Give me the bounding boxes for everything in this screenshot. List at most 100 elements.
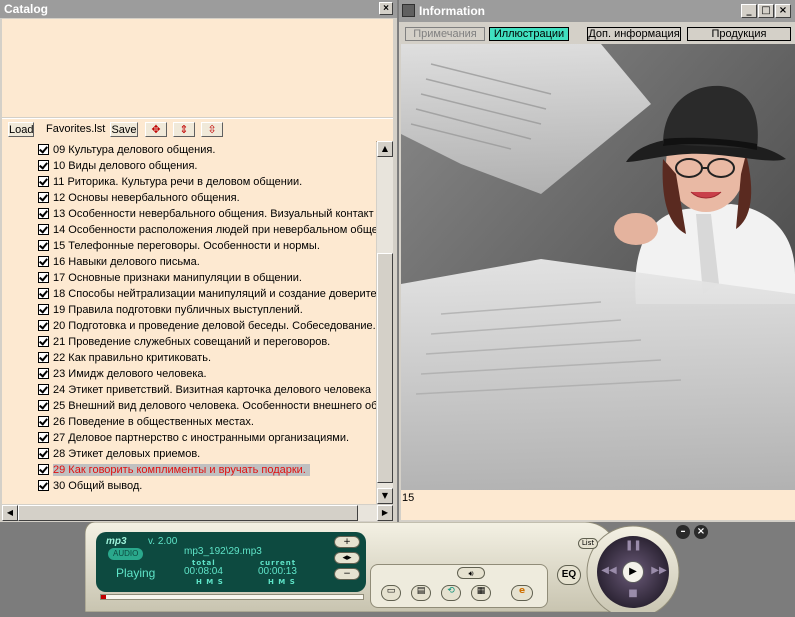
illustration-image [401, 44, 795, 490]
seek-bar[interactable] [100, 594, 364, 600]
scroll-right-icon[interactable]: ▶ [377, 505, 393, 521]
tab-additional-info[interactable]: Доп. информация [587, 27, 681, 41]
speaker-icon[interactable]: 🔊︎ [457, 567, 485, 579]
checkbox-checked-icon[interactable] [38, 192, 49, 203]
stop-icon[interactable]: ■ [625, 588, 641, 602]
checkbox-checked-icon[interactable] [38, 432, 49, 443]
list-item[interactable]: 19 Правила подготовки публичных выступле… [38, 302, 376, 318]
scroll-up-icon[interactable]: ▲ [377, 141, 393, 157]
checkbox-checked-icon[interactable] [38, 160, 49, 171]
pause-icon[interactable]: ❚❚ [625, 540, 642, 554]
list-item[interactable]: 14 Особенности расположения людей при не… [38, 222, 376, 238]
tab-notes[interactable]: Примечания [405, 27, 485, 41]
list-item[interactable]: 11 Риторика. Культура речи в деловом общ… [38, 174, 376, 190]
hscroll-thumb[interactable] [18, 505, 358, 521]
horizontal-scrollbar[interactable]: ◀ ▶ [2, 505, 393, 521]
volume-down-button[interactable]: − [334, 568, 360, 580]
player-close-icon[interactable]: × [694, 525, 708, 539]
list-item[interactable]: 26 Поведение в общественных местах. [38, 414, 376, 430]
checkbox-checked-icon[interactable] [38, 400, 49, 411]
open-file-icon[interactable]: ▭ [381, 585, 401, 601]
list-item[interactable]: 25 Внешний вид делового человека. Особен… [38, 398, 376, 414]
checkbox-checked-icon[interactable] [38, 416, 49, 427]
load-button[interactable]: Load [8, 122, 34, 137]
list-item[interactable]: 10 Виды делового общения. [38, 158, 376, 174]
checkbox-checked-icon[interactable] [38, 448, 49, 459]
list-item[interactable]: 17 Основные признаки манипуляции в общен… [38, 270, 376, 286]
volume-up-button[interactable]: + [334, 536, 360, 548]
list-item-label: 22 Как правильно критиковать. [53, 352, 211, 364]
list-item[interactable]: 20 Подготовка и проведение деловой бесед… [38, 318, 376, 334]
checkbox-checked-icon[interactable] [38, 464, 49, 475]
app-icon [402, 4, 415, 17]
tab-products[interactable]: Продукция [687, 27, 791, 41]
repeat-icon[interactable]: ⟲ [441, 585, 461, 601]
checkbox-checked-icon[interactable] [38, 368, 49, 379]
seek-progress [101, 595, 107, 599]
information-title: Information [419, 4, 485, 18]
scroll-thumb[interactable] [377, 253, 393, 483]
list-item-label: 14 Особенности расположения людей при не… [53, 224, 376, 236]
internet-icon[interactable]: e [511, 585, 533, 601]
vertical-scrollbar[interactable]: ▲ ▼ [377, 141, 393, 504]
scroll-down-icon[interactable]: ▼ [377, 488, 393, 504]
checkbox-checked-icon[interactable] [38, 384, 49, 395]
settings-icon[interactable]: ▦ [471, 585, 491, 601]
checkbox-checked-icon[interactable] [38, 320, 49, 331]
balance-icon[interactable]: ◂▸ [334, 552, 360, 564]
list-item[interactable]: 12 Основы невербального общения. [38, 190, 376, 206]
list-item-label: 12 Основы невербального общения. [53, 192, 240, 204]
save-button[interactable]: Save [110, 122, 138, 137]
list-item[interactable]: 13 Особенности невербального общения. Ви… [38, 206, 376, 222]
list-item[interactable]: 29 Как говорить комплименты и вручать по… [38, 462, 376, 478]
eq-button[interactable]: EQ [557, 565, 581, 585]
list-item[interactable]: 15 Телефонные переговоры. Особенности и … [38, 238, 376, 254]
list-item[interactable]: 18 Способы нейтрализации манипуляций и с… [38, 286, 376, 302]
track-list: 09 Культура делового общения. 10 Виды дел… [2, 141, 376, 504]
tab-illustrations[interactable]: Иллюстрации [489, 27, 569, 41]
list-item[interactable]: 21 Проведение служебных совещаний и пере… [38, 334, 376, 350]
next-icon[interactable]: ▶▶ [651, 565, 667, 579]
checkbox-checked-icon[interactable] [38, 144, 49, 155]
information-titlebar[interactable]: Information _ □ × [399, 0, 795, 22]
close-icon[interactable]: × [775, 4, 791, 18]
checkbox-checked-icon[interactable] [38, 288, 49, 299]
brand-logo: mp3 [106, 536, 127, 547]
move-split-icon[interactable]: ⇳ [201, 122, 223, 137]
list-item-label: 24 Этикет приветствий. Визитная карточка… [53, 384, 372, 396]
move-all-icon[interactable]: ✥ [145, 122, 167, 137]
total-time: 00:08:04 [184, 566, 223, 577]
close-icon[interactable]: × [379, 2, 393, 15]
previous-icon[interactable]: ◀◀ [601, 565, 617, 579]
current-time: 00:00:13 [258, 566, 297, 577]
maximize-icon[interactable]: □ [758, 4, 774, 18]
player-minimize-icon[interactable]: – [676, 525, 690, 539]
slide-number: 15 [402, 492, 415, 504]
total-hms: H M S [196, 578, 224, 586]
checkbox-checked-icon[interactable] [38, 480, 49, 491]
list-item[interactable]: 24 Этикет приветствий. Визитная карточка… [38, 382, 376, 398]
play-button[interactable]: ▶ [622, 561, 644, 583]
minimize-icon[interactable]: _ [741, 4, 757, 18]
checkbox-checked-icon[interactable] [38, 256, 49, 267]
checkbox-checked-icon[interactable] [38, 304, 49, 315]
playlist-icon[interactable]: ▤ [411, 585, 431, 601]
list-item[interactable]: 27 Деловое партнерство с иностранными ор… [38, 430, 376, 446]
checkbox-checked-icon[interactable] [38, 224, 49, 235]
list-item[interactable]: 09 Культура делового общения. [38, 142, 376, 158]
checkbox-checked-icon[interactable] [38, 208, 49, 219]
checkbox-checked-icon[interactable] [38, 176, 49, 187]
checkbox-checked-icon[interactable] [38, 352, 49, 363]
checkbox-checked-icon[interactable] [38, 336, 49, 347]
checkbox-checked-icon[interactable] [38, 272, 49, 283]
list-item[interactable]: 16 Навыки делового письма. [38, 254, 376, 270]
scroll-left-icon[interactable]: ◀ [2, 505, 18, 521]
list-button[interactable]: List [578, 538, 598, 549]
list-item[interactable]: 23 Имидж делового человека. [38, 366, 376, 382]
catalog-titlebar[interactable]: Catalog × [0, 0, 397, 18]
list-item[interactable]: 28 Этикет деловых приемов. [38, 446, 376, 462]
checkbox-checked-icon[interactable] [38, 240, 49, 251]
list-item[interactable]: 22 Как правильно критиковать. [38, 350, 376, 366]
move-up-down-icon[interactable]: ⇕ [173, 122, 195, 137]
list-item[interactable]: 30 Общий вывод. [38, 478, 376, 494]
